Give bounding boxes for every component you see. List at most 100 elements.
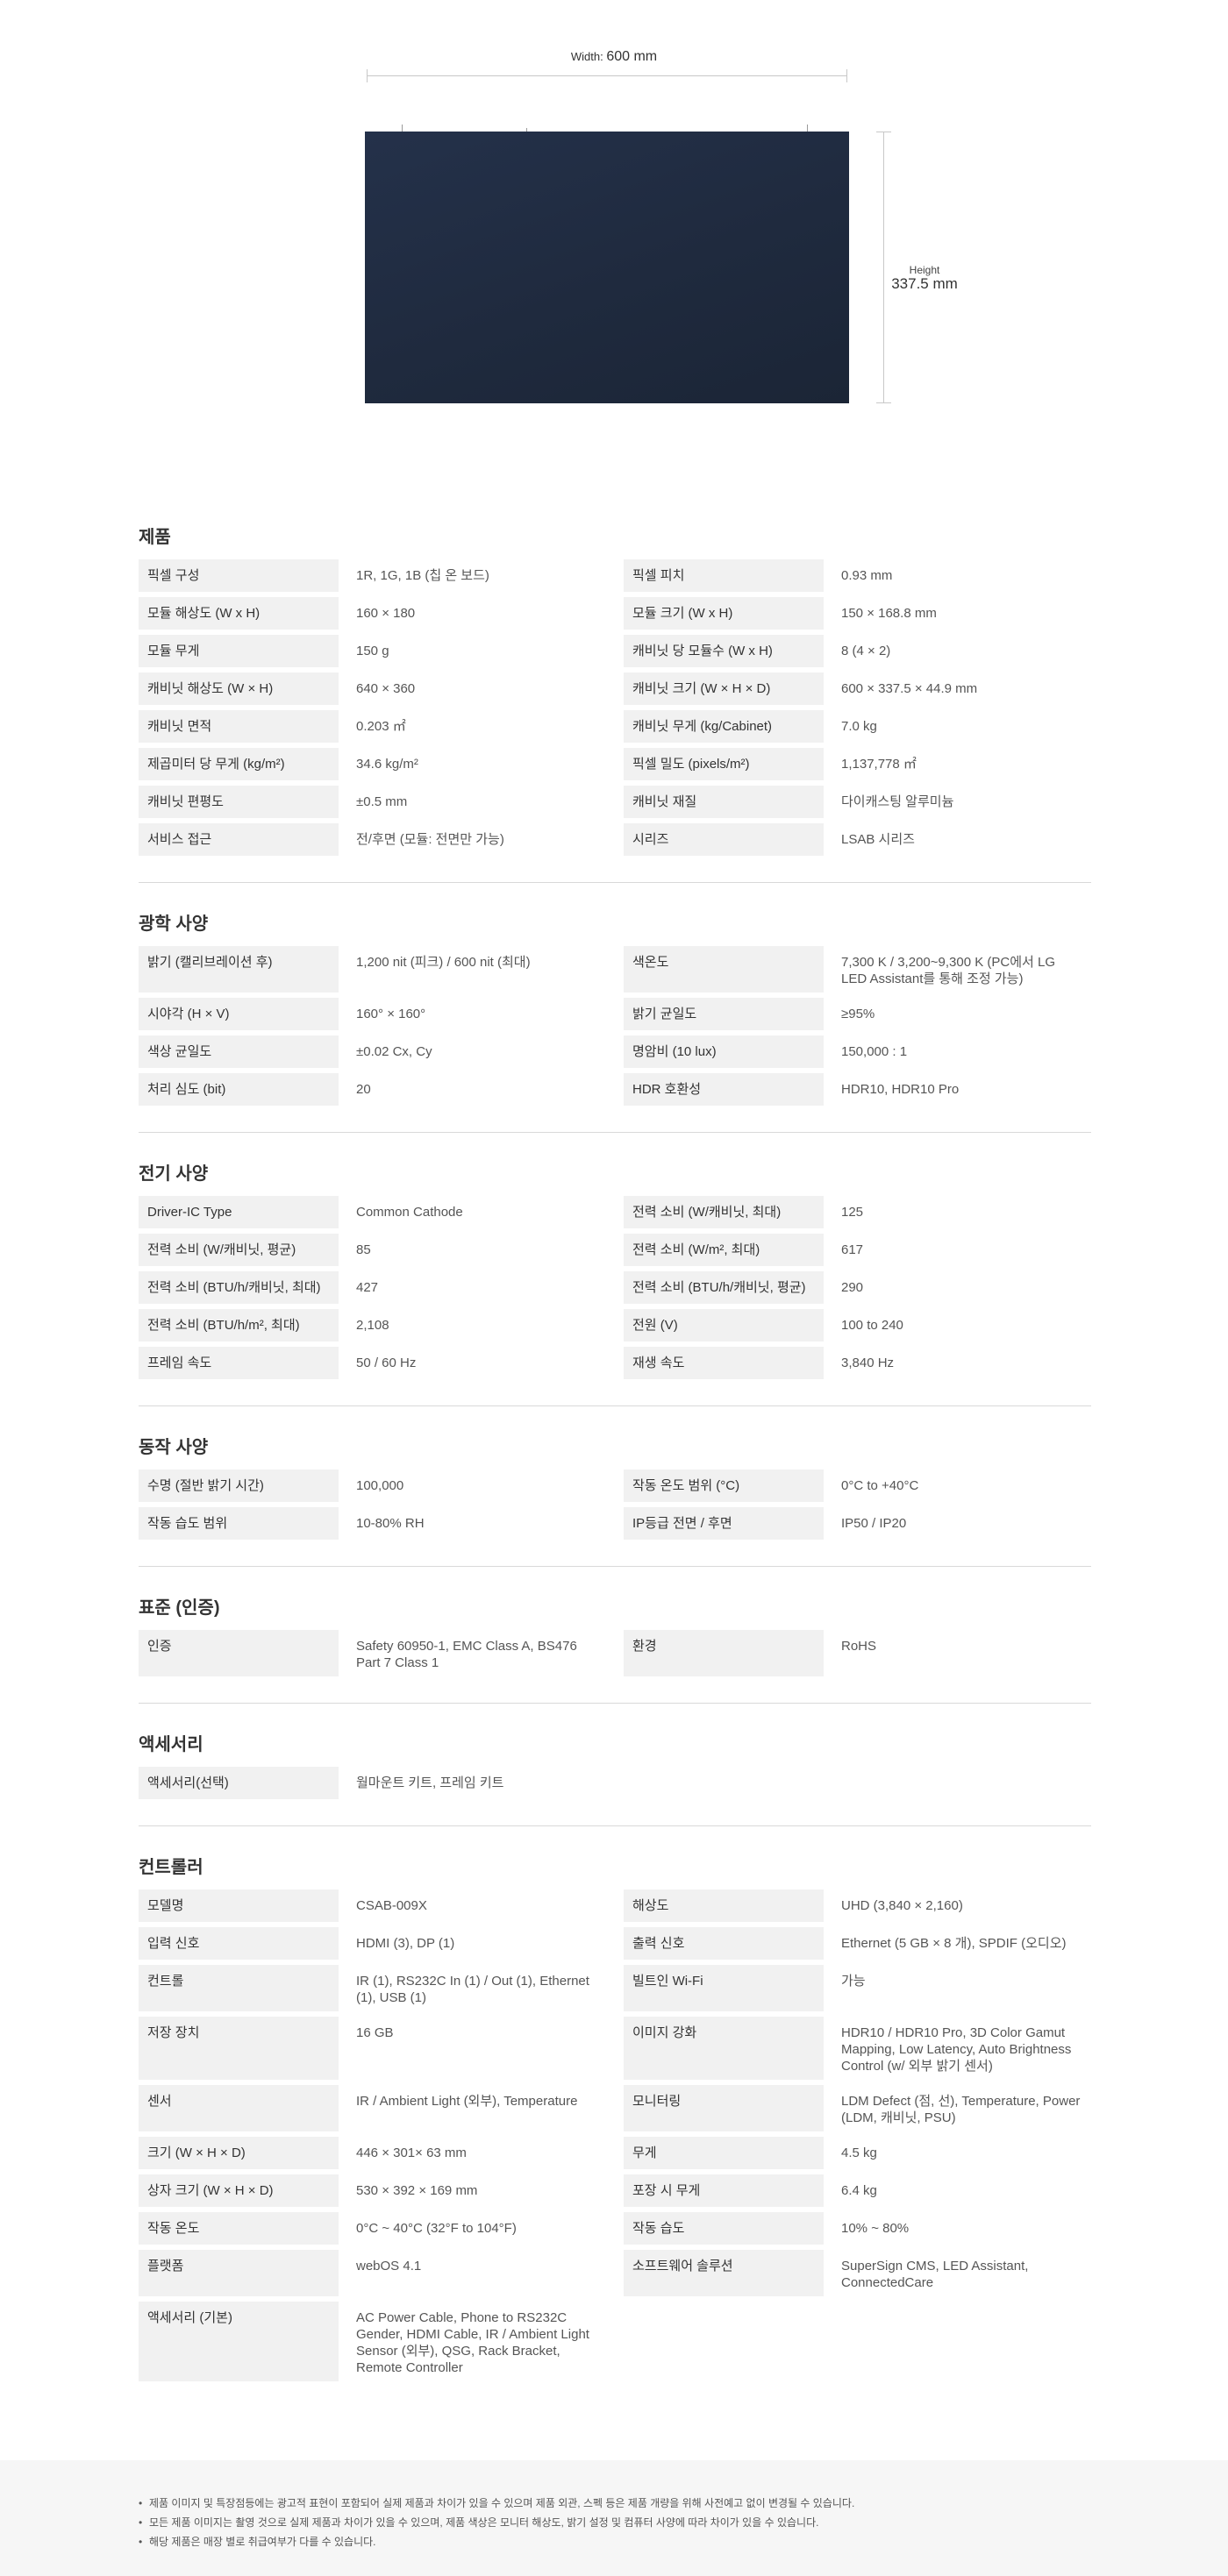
spec-value: 10-80% RH — [356, 1516, 425, 1531]
spec-value: IR / Ambient Light (외부), Temperature — [356, 2094, 578, 2109]
spec-value: LDM Defect (점, 선), Temperature, Power (L… — [841, 2094, 1081, 2125]
spec-row: 작동 습도 범위 10-80% RH — [139, 1507, 606, 1540]
spec-value: 617 — [841, 1242, 864, 1257]
spec-row: 상자 크기 (W × H × D) 530 × 392 × 169 mm — [139, 2174, 606, 2207]
spec-value: 0°C ~ 40°C (32°F to 104°F) — [356, 2221, 517, 2236]
spec-label: 명암비 (10 lux) — [624, 1035, 824, 1068]
spec-section: 제품 픽셀 구성 1R, 1G, 1B (칩 온 보드) 픽셀 피치 0.93 mm 모듈… — [139, 517, 1091, 861]
spec-row: 픽셀 구성 1R, 1G, 1B (칩 온 보드) — [139, 559, 606, 592]
spec-label: 서비스 접근 — [139, 823, 339, 856]
spec-label: 픽셀 밀도 (pixels/m²) — [624, 748, 824, 780]
spec-row: 캐비닛 무게 (kg/Cabinet) 7.0 kg — [624, 710, 1091, 743]
spec-label: 모듈 크기 (W x H) — [624, 597, 824, 630]
spec-label: 센서 — [139, 2085, 339, 2131]
spec-value: AC Power Cable, Phone to RS232C Gender, … — [356, 2310, 589, 2375]
spec-label: 플랫폼 — [139, 2250, 339, 2296]
spec-row: 작동 온도 범위 (°C) 0°C to +40°C — [624, 1469, 1091, 1502]
spec-label: 빌트인 Wi-Fi — [624, 1965, 824, 2011]
spec-label: 재생 속도 — [624, 1347, 824, 1379]
section-title: 광학 사양 — [139, 914, 209, 934]
footnote-item: 해당 제품은 매장 별로 취급여부가 다를 수 있습니다. — [139, 2532, 854, 2551]
footnote-item: 제품 이미지 및 특장점등에는 광고적 표현이 포함되어 실제 제품과 차이가 … — [139, 2494, 854, 2513]
spec-value: 전/후면 (모듈: 전면만 가능) — [356, 832, 504, 847]
spec-value: 150 g — [356, 644, 389, 658]
spec-label: 처리 심도 (bit) — [139, 1073, 339, 1106]
spec-row: HDR 호환성 HDR10, HDR10 Pro — [624, 1073, 1091, 1106]
spec-label: 색상 균일도 — [139, 1035, 339, 1068]
spec-label: 저장 장치 — [139, 2017, 339, 2080]
spec-value: 150 × 168.8 mm — [841, 606, 937, 621]
spec-row: 명암비 (10 lux) 150,000 : 1 — [624, 1035, 1091, 1068]
spec-row: 전력 소비 (BTU/h/m², 최대) 2,108 — [139, 1309, 606, 1341]
spec-row: 전력 소비 (BTU/h/캐비닛, 평균) 290 — [624, 1271, 1091, 1304]
spec-row: 전력 소비 (W/캐비닛, 평균) 85 — [139, 1234, 606, 1266]
spec-label: 전원 (V) — [624, 1309, 824, 1341]
spec-section: 광학 사양밝기 (캘리브레이션 후) 1,200 nit (피크) / 600 n… — [139, 882, 1091, 1111]
spec-label: 작동 온도 — [139, 2212, 339, 2245]
spec-row: 모듈 크기 (W x H) 150 × 168.8 mm — [624, 597, 1091, 630]
spec-value: 0.93 mm — [841, 568, 893, 583]
spec-table: 모델명 CSAB-009X 해상도 UHD (3,840 × 2,160) 입력 신호 H… — [139, 1889, 1091, 2387]
spec-row: 모델명 CSAB-009X — [139, 1889, 606, 1922]
spec-value: 85 — [356, 1242, 371, 1257]
spec-value: webOS 4.1 — [356, 2259, 422, 2274]
spec-row: 저장 장치 16 GB — [139, 2017, 606, 2080]
spec-label: 모델명 — [139, 1889, 339, 1922]
spec-table: 밝기 (캘리브레이션 후) 1,200 nit (피크) / 600 nit (최… — [139, 946, 1091, 1111]
spec-label: 무게 — [624, 2137, 824, 2169]
spec-label: HDR 호환성 — [624, 1073, 824, 1106]
spec-label: 시리즈 — [624, 823, 824, 856]
spec-value: HDR10 / HDR10 Pro, 3D Color Gamut Mappin… — [841, 2025, 1072, 2074]
spec-value: 다이캐스팅 알루미늄 — [841, 794, 954, 809]
spec-value: IP50 / IP20 — [841, 1516, 907, 1531]
spec-value: 월마운트 키트, 프레임 키트 — [356, 1775, 504, 1790]
spec-label: 입력 신호 — [139, 1927, 339, 1960]
spec-label: 컨트롤 — [139, 1965, 339, 2011]
spec-label: 밝기 (캘리브레이션 후) — [139, 946, 339, 993]
spec-section: 액세서리 액세서리(선택) 월마운트 키트, 프레임 키트 — [139, 1703, 1091, 1804]
led-cabinet-image — [365, 132, 849, 403]
spec-row: 시리즈 LSAB 시리즈 — [624, 823, 1091, 856]
spec-label: 전력 소비 (BTU/h/캐비닛, 평균) — [624, 1271, 824, 1304]
spec-row: 컨트롤 IR (1), RS232C In (1) / Out (1), Ethe… — [139, 1965, 606, 2011]
spec-value: 290 — [841, 1280, 864, 1295]
width-tick-left — [367, 69, 368, 82]
spec-value: LSAB 시리즈 — [841, 832, 915, 847]
width-tick-right — [846, 69, 847, 82]
spec-label: 전력 소비 (BTU/h/캐비닛, 최대) — [139, 1271, 339, 1304]
spec-label: 작동 습도 범위 — [139, 1507, 339, 1540]
spec-label: 소프트웨어 솔루션 — [624, 2250, 824, 2296]
spec-value: CSAB-009X — [356, 1898, 427, 1913]
spec-value: 8 (4 × 2) — [841, 644, 891, 658]
spec-row: 모듈 무게 150 g — [139, 635, 606, 667]
spec-row: 픽셀 피치 0.93 mm — [624, 559, 1091, 592]
spec-table: Driver-IC Type Common Cathode 전력 소비 (W/캐비닛… — [139, 1196, 1091, 1384]
spec-row: 액세서리 (기본) AC Power Cable, Phone to RS232C… — [139, 2302, 606, 2381]
spec-value: 34.6 kg/m² — [356, 757, 418, 772]
spec-value: 2,108 — [356, 1318, 389, 1333]
spec-label: 캐비닛 면적 — [139, 710, 339, 743]
spec-row: 센서 IR / Ambient Light (외부), Temperature — [139, 2085, 606, 2131]
spec-label: 환경 — [624, 1630, 824, 1676]
spec-label: 상자 크기 (W × H × D) — [139, 2174, 339, 2207]
spec-row: 캐비닛 크기 (W × H × D) 600 × 337.5 × 44.9 mm — [624, 672, 1091, 705]
spec-label: 픽셀 피치 — [624, 559, 824, 592]
spec-row: 빌트인 Wi-Fi 가능 — [624, 1965, 1091, 2011]
spec-label: 액세서리 (기본) — [139, 2302, 339, 2381]
spec-label: 전력 소비 (W/m², 최대) — [624, 1234, 824, 1266]
spec-row: 플랫폼 webOS 4.1 — [139, 2250, 606, 2296]
spec-row: 색온도 7,300 K / 3,200~9,300 K (PC에서 LG LED … — [624, 946, 1091, 993]
spec-value: 16 GB — [356, 2025, 394, 2040]
spec-value: 100,000 — [356, 1478, 404, 1493]
spec-value: UHD (3,840 × 2,160) — [841, 1898, 963, 1913]
spec-label: 프레임 속도 — [139, 1347, 339, 1379]
spec-label: 크기 (W × H × D) — [139, 2137, 339, 2169]
spec-row — [624, 2302, 1091, 2381]
spec-value: Safety 60950-1, EMC Class A, BS476 Part … — [356, 1639, 577, 1670]
spec-value: Ethernet (5 GB × 8 개), SPDIF (오디오) — [841, 1936, 1067, 1951]
spec-label: 색온도 — [624, 946, 824, 993]
spec-value: 1,137,778 ㎡ — [841, 757, 917, 772]
spec-label: Driver-IC Type — [139, 1196, 339, 1228]
spec-value: 160 × 180 — [356, 606, 416, 621]
spec-row: 캐비닛 재질 다이캐스팅 알루미늄 — [624, 786, 1091, 818]
